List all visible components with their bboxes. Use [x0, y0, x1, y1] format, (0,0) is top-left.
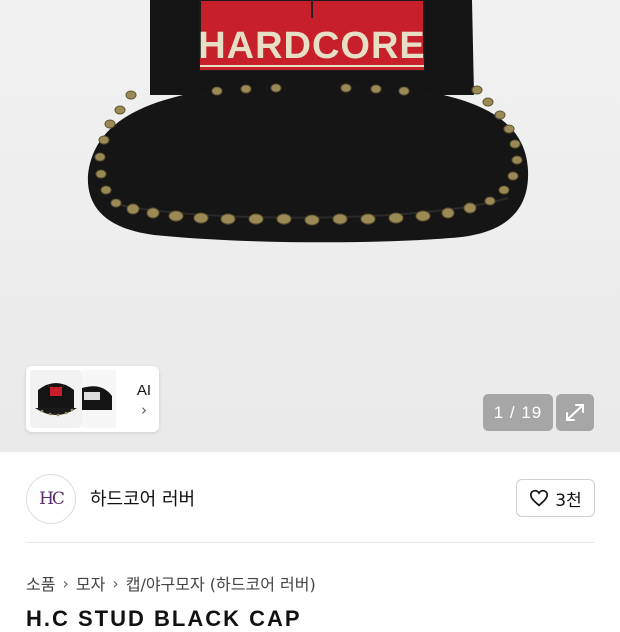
product-title: H.C STUD BLACK CAP [26, 606, 302, 631]
ai-label: AI [136, 382, 152, 399]
chevron-right-icon: › [141, 401, 147, 419]
ai-button[interactable]: AI › [130, 372, 158, 426]
image-counter: 1 / 19 [483, 394, 553, 431]
product-image-area[interactable]: HARDCORE AI › 1 / 19 [0, 0, 620, 452]
breadcrumb-item[interactable]: 캡/야구모자 (하드코어 러버) [126, 571, 316, 595]
like-button[interactable]: 3천 [516, 479, 595, 517]
chevron-right-icon: › [62, 573, 69, 593]
seller-avatar[interactable]: HC [26, 474, 76, 524]
divider [26, 542, 594, 543]
breadcrumb: 소품 › 모자 › 캡/야구모자 (하드코어 러버) [26, 571, 316, 595]
seller-name[interactable]: 하드코어 러버 [90, 485, 195, 511]
expand-icon [566, 404, 584, 421]
thumbnail-image[interactable] [30, 370, 82, 428]
seller-row[interactable]: HC 하드코어 러버 3천 [0, 452, 620, 542]
thumbnail-strip[interactable]: AI › [26, 366, 159, 432]
heart-icon [530, 489, 549, 507]
like-count: 3천 [555, 490, 582, 511]
breadcrumb-item[interactable]: 모자 [76, 571, 105, 595]
chevron-right-icon: › [112, 573, 119, 593]
hardcore-embroidery: HARDCORE [198, 25, 426, 67]
thumbnail-image[interactable] [82, 370, 116, 428]
breadcrumb-item[interactable]: 소품 [26, 571, 55, 595]
expand-button[interactable] [556, 394, 594, 431]
